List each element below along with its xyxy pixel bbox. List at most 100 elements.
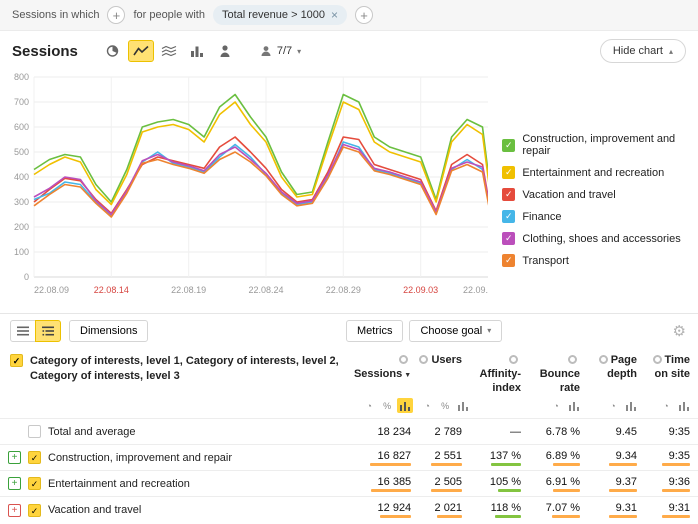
pie-toggle-icon[interactable]: ◔ bbox=[548, 398, 564, 413]
cell-depth: 9.37 bbox=[609, 476, 637, 488]
cell-sessions: 16 827 bbox=[370, 450, 411, 462]
value-bar bbox=[495, 515, 521, 518]
people-filter-label: for people with bbox=[133, 9, 205, 21]
value-bar bbox=[662, 515, 690, 518]
legend-label: Clothing, shoes and accessories bbox=[522, 233, 680, 245]
value-bar bbox=[609, 515, 637, 518]
value-bar bbox=[370, 463, 411, 466]
legend-checkbox[interactable]: ✓ bbox=[502, 166, 515, 179]
cell-sessions: 16 385 bbox=[371, 476, 411, 488]
filter-chip-label: Total revenue > 1000 bbox=[222, 9, 325, 21]
legend-checkbox[interactable]: ✓ bbox=[502, 210, 515, 223]
column-header-time[interactable]: Time on site bbox=[645, 347, 698, 395]
table-toolbar: Dimensions Metrics Choose goal ▾ ⚙ bbox=[0, 313, 698, 347]
bar-toggle-icon[interactable] bbox=[566, 398, 582, 413]
percent-toggle-icon[interactable]: % bbox=[437, 398, 453, 413]
pie-chart-mode-button[interactable] bbox=[100, 40, 126, 62]
choose-goal-dropdown[interactable]: Choose goal ▾ bbox=[409, 320, 502, 342]
value-bar bbox=[553, 489, 580, 492]
legend-checkbox[interactable]: ✓ bbox=[502, 254, 515, 267]
value-bar bbox=[437, 515, 462, 518]
tree-view-button[interactable] bbox=[35, 320, 61, 342]
dimensions-button[interactable]: Dimensions bbox=[69, 320, 148, 342]
table-row[interactable]: +✓Entertainment and recreation16 3852 50… bbox=[0, 471, 698, 497]
cell-bounce: 6.78 % bbox=[546, 426, 580, 438]
bar-toggle-icon[interactable] bbox=[397, 398, 413, 413]
tree-list-icon bbox=[42, 326, 54, 336]
metric-circle-icon bbox=[653, 355, 662, 364]
row-checkbox[interactable] bbox=[28, 425, 41, 438]
column-header-sessions[interactable]: Sessions▼ bbox=[352, 347, 419, 395]
legend-checkbox[interactable]: ✓ bbox=[502, 139, 515, 152]
value-bar bbox=[491, 463, 521, 466]
add-session-condition-button[interactable]: + bbox=[107, 6, 125, 24]
metrics-button[interactable]: Metrics bbox=[346, 320, 403, 342]
svg-text:22.08.24: 22.08.24 bbox=[248, 285, 283, 295]
segments-visibility-dropdown[interactable]: 7/7 ▾ bbox=[254, 44, 307, 58]
legend-item: ✓Construction, improvement and repair bbox=[502, 133, 698, 157]
metrics-controls: Metrics Choose goal ▾ bbox=[346, 320, 502, 342]
legend-checkbox[interactable]: ✓ bbox=[502, 232, 515, 245]
legend-checkbox[interactable]: ✓ bbox=[502, 188, 515, 201]
bar-toggle-icon[interactable] bbox=[623, 398, 639, 413]
select-all-checkbox[interactable]: ✓ bbox=[10, 354, 23, 367]
bar-toggle-icon[interactable] bbox=[455, 398, 471, 413]
sessions-filter-label: Sessions in which bbox=[12, 9, 99, 21]
svg-text:200: 200 bbox=[14, 222, 29, 232]
chevron-down-icon: ▾ bbox=[297, 47, 301, 56]
cell-time: 9:31 bbox=[662, 502, 690, 514]
cell-sessions: 18 234 bbox=[378, 426, 412, 438]
cell-bounce: 7.07 % bbox=[546, 502, 580, 514]
legend-item: ✓ Clothing, shoes and accessories bbox=[502, 232, 698, 245]
hide-chart-button[interactable]: Hide chart ▴ bbox=[600, 39, 686, 63]
cell-affinity: 105 % bbox=[490, 476, 521, 488]
hide-chart-label: Hide chart bbox=[613, 45, 663, 57]
pie-toggle-icon[interactable]: ◔ bbox=[605, 398, 621, 413]
flat-list-view-button[interactable] bbox=[10, 320, 36, 342]
table-row[interactable]: + ✓ Construction, improvement and repair 16… bbox=[0, 445, 698, 471]
legend-item: ✓Entertainment and recreation bbox=[502, 166, 698, 179]
table-row[interactable]: +✓Vacation and travel12 9242 021118 %7.0… bbox=[0, 497, 698, 523]
svg-text:700: 700 bbox=[14, 97, 29, 107]
row-label: Construction, improvement and repair bbox=[48, 452, 232, 464]
row-checkbox[interactable]: ✓ bbox=[28, 451, 41, 464]
person-chart-mode-button[interactable] bbox=[212, 40, 238, 62]
legend-label: Finance bbox=[522, 211, 561, 223]
table-row[interactable]: Total and average18 2342 789—6.78 %9.459… bbox=[0, 419, 698, 445]
expand-row-button[interactable]: + bbox=[8, 477, 21, 490]
value-bar bbox=[552, 515, 580, 518]
pie-toggle-icon[interactable]: ◔ bbox=[419, 398, 435, 413]
pie-toggle-icon[interactable]: ◔ bbox=[658, 398, 674, 413]
bar-toggle-icon[interactable] bbox=[676, 398, 692, 413]
filter-chip[interactable]: Total revenue > 1000 × bbox=[213, 5, 347, 25]
cell-affinity: 137 % bbox=[490, 450, 521, 462]
column-header-users[interactable]: Users bbox=[419, 347, 470, 395]
pie-toggle-icon[interactable]: ◔ bbox=[361, 398, 377, 413]
column-chart-mode-button[interactable] bbox=[184, 40, 210, 62]
pie-chart-icon bbox=[105, 44, 121, 58]
column-header-affinity[interactable]: Affinity-index bbox=[470, 347, 529, 395]
remove-filter-icon[interactable]: × bbox=[331, 8, 338, 22]
column-header-depth[interactable]: Page depth bbox=[588, 347, 645, 395]
stacked-chart-mode-button[interactable] bbox=[156, 40, 182, 62]
add-people-condition-button[interactable]: + bbox=[355, 6, 373, 24]
report-table: ✓ Category of interests, level 1, Catego… bbox=[0, 347, 698, 523]
cell-affinity: 118 % bbox=[491, 502, 521, 514]
value-bar bbox=[662, 463, 690, 466]
column-header-bounce[interactable]: Bounce rate bbox=[529, 347, 588, 395]
svg-text:22.08.29: 22.08.29 bbox=[326, 285, 361, 295]
row-checkbox[interactable]: ✓ bbox=[28, 504, 41, 517]
cell-users: 2 505 bbox=[431, 476, 462, 488]
row-checkbox[interactable]: ✓ bbox=[28, 477, 41, 490]
row-label: Vacation and travel bbox=[48, 504, 141, 516]
percent-toggle-icon[interactable]: % bbox=[379, 398, 395, 413]
line-chart-mode-button[interactable] bbox=[128, 40, 154, 62]
sessions-line-chart[interactable]: 010020030040050060070080022.08.0922.08.1… bbox=[4, 67, 488, 313]
expand-row-button[interactable]: + bbox=[8, 504, 21, 517]
expand-row-button[interactable]: + bbox=[8, 451, 21, 464]
filter-bar: Sessions in which + for people with Tota… bbox=[0, 0, 698, 31]
cell-depth: 9.31 bbox=[609, 502, 637, 514]
gear-icon[interactable]: ⚙ bbox=[673, 322, 686, 340]
cell-sessions: 12 924 bbox=[378, 502, 412, 514]
stacked-chart-icon bbox=[161, 44, 177, 58]
